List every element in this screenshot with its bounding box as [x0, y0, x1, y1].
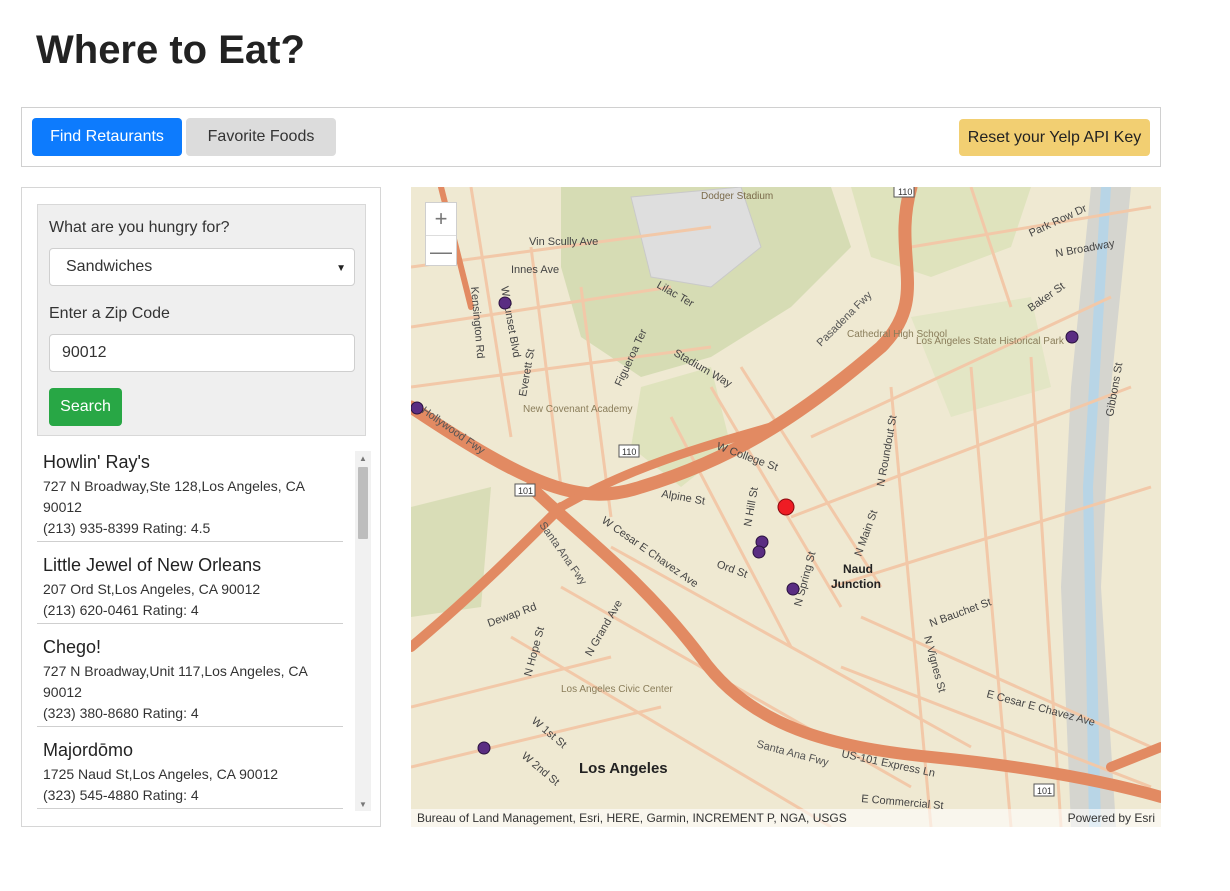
restaurant-name: Chego!	[43, 637, 102, 657]
list-item[interactable]: Howlin' Ray's 727 N Broadway,Ste 128,Los…	[37, 451, 343, 542]
page-title: Where to Eat?	[36, 28, 305, 72]
label-naud-2: Junction	[831, 577, 881, 591]
restaurant-phone-rating: (323) 545-4880 Rating: 4	[43, 787, 199, 803]
zoom-out-button[interactable]: —	[426, 235, 456, 267]
label-civic-center: Los Angeles Civic Center	[561, 684, 673, 695]
zip-label: Enter a Zip Code	[49, 305, 170, 322]
map-marker[interactable]	[752, 545, 766, 559]
label-state-park: Los Angeles State Historical Park	[916, 336, 1065, 347]
map-marker-selected[interactable]	[777, 498, 795, 516]
search-sidebar: What are you hungry for? Sandwiches ▼ En…	[21, 187, 381, 827]
results-scrollbar[interactable]: ▲ ▼	[355, 451, 371, 811]
search-form: What are you hungry for? Sandwiches ▼ En…	[37, 204, 366, 436]
svg-text:101: 101	[518, 486, 533, 496]
map-marker[interactable]	[477, 741, 491, 755]
map-marker[interactable]	[1065, 330, 1079, 344]
map-marker[interactable]	[786, 582, 800, 596]
food-select[interactable]: Sandwiches ▼	[49, 248, 355, 286]
map-view[interactable]: Vin Scully Ave Innes Ave Lilac Ter Stadi…	[411, 187, 1161, 827]
scroll-up-icon[interactable]: ▲	[355, 451, 371, 465]
restaurant-address: 1725 Naud St,Los Angeles, CA 90012	[43, 766, 279, 782]
find-restaurants-button[interactable]: Find Retaurants	[32, 118, 182, 156]
chevron-down-icon: ▼	[336, 263, 346, 274]
zoom-control: + —	[425, 202, 457, 266]
attribution-text: Bureau of Land Management, Esri, HERE, G…	[417, 811, 847, 825]
restaurant-address: 727 N Broadway,Unit 117,Los Angeles, CA …	[43, 663, 308, 700]
list-item[interactable]: Majordōmo 1725 Naud St,Los Angeles, CA 9…	[37, 739, 343, 809]
label-vin-scully: Vin Scully Ave	[529, 236, 598, 248]
search-button[interactable]: Search	[49, 388, 122, 426]
scroll-thumb[interactable]	[358, 467, 368, 539]
food-label: What are you hungry for?	[49, 219, 230, 236]
svg-text:101: 101	[1037, 786, 1052, 796]
restaurant-address: 727 N Broadway,Ste 128,Los Angeles, CA 9…	[43, 478, 305, 515]
scroll-down-icon[interactable]: ▼	[355, 797, 371, 811]
label-los-angeles: Los Angeles	[579, 760, 668, 777]
restaurant-name: Little Jewel of New Orleans	[43, 555, 262, 575]
label-naud-1: Naud	[843, 562, 873, 576]
svg-text:110: 110	[898, 187, 912, 197]
powered-by-link[interactable]: Powered by Esri	[1068, 811, 1155, 825]
favorite-foods-button[interactable]: Favorite Foods	[186, 118, 336, 156]
restaurant-phone-rating: (213) 620-0461 Rating: 4	[43, 602, 199, 618]
map-attribution: Bureau of Land Management, Esri, HERE, G…	[411, 809, 1161, 827]
map-canvas[interactable]: Vin Scully Ave Innes Ave Lilac Ter Stadi…	[411, 187, 1161, 827]
label-new-covenant: New Covenant Academy	[523, 404, 633, 415]
map-marker[interactable]	[411, 401, 424, 415]
food-select-value: Sandwiches	[66, 258, 153, 275]
svg-text:110: 110	[622, 447, 636, 457]
zip-code-input[interactable]: 90012	[49, 334, 355, 372]
restaurant-name: Majordōmo	[43, 740, 134, 760]
reset-yelp-key-button[interactable]: Reset your Yelp API Key	[959, 119, 1150, 156]
results-list: Howlin' Ray's 727 N Broadway,Ste 128,Los…	[37, 451, 371, 811]
list-item[interactable]: Little Jewel of New Orleans 207 Ord St,L…	[37, 554, 343, 624]
restaurant-address: 207 Ord St,Los Angeles, CA 90012	[43, 581, 261, 597]
restaurant-name: Howlin' Ray's	[43, 452, 150, 472]
label-dodger: Dodger Stadium	[701, 191, 773, 202]
top-toolbar: Find Retaurants Favorite Foods Reset you…	[21, 107, 1161, 167]
restaurant-phone-rating: (213) 935-8399 Rating: 4.5	[43, 520, 211, 536]
map-marker[interactable]	[498, 296, 512, 310]
zoom-in-button[interactable]: +	[426, 203, 456, 235]
label-innes: Innes Ave	[511, 264, 559, 276]
restaurant-phone-rating: (323) 380-8680 Rating: 4	[43, 705, 199, 721]
list-item[interactable]: Chego! 727 N Broadway,Unit 117,Los Angel…	[37, 636, 343, 727]
